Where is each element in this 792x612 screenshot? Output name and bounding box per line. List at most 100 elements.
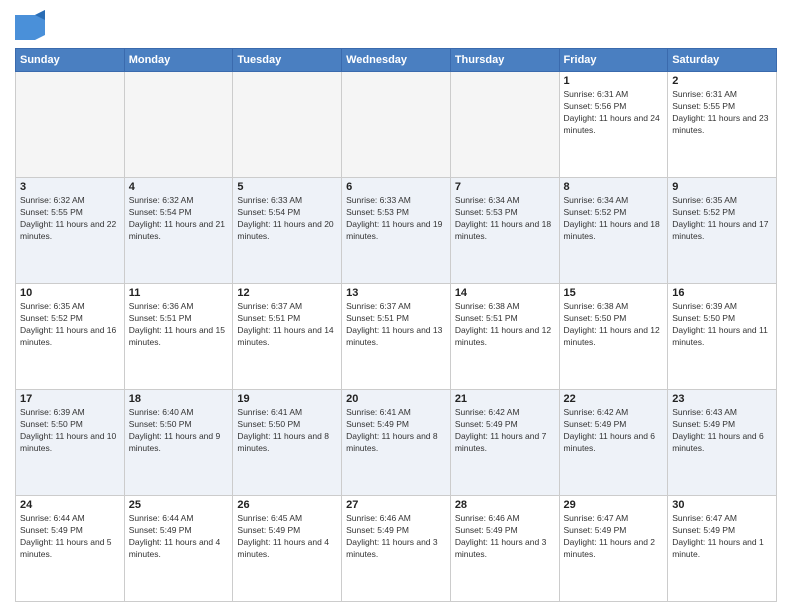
day-number: 7 xyxy=(455,181,555,193)
calendar-cell: 21 Sunrise: 6:42 AM Sunset: 5:49 PM Dayli… xyxy=(450,390,559,496)
day-number: 15 xyxy=(564,287,664,299)
calendar-weekday-friday: Friday xyxy=(559,49,668,72)
day-info: Sunrise: 6:31 AM Sunset: 5:56 PM Dayligh… xyxy=(564,89,664,137)
day-number: 6 xyxy=(346,181,446,193)
calendar-cell: 14Sunrise: 6:38 AM Sunset: 5:51 PM Dayli… xyxy=(450,284,559,390)
day-info: Sunrise: 6:32 AM Sunset: 5:55 PM Dayligh… xyxy=(20,195,120,243)
day-info: Sunrise: 6:44 AM Sunset: 5:49 PM Dayligh… xyxy=(20,513,120,561)
day-info: Sunrise: 6:33 AM Sunset: 5:53 PM Dayligh… xyxy=(346,195,446,243)
calendar-cell: 3 Sunrise: 6:32 AM Sunset: 5:55 PM Daylig… xyxy=(16,178,125,284)
day-info: Sunrise: 6:36 AM Sunset: 5:51 PM Dayligh… xyxy=(129,301,229,349)
day-info: Sunrise: 6:35 AM Sunset: 5:52 PM Dayligh… xyxy=(20,301,120,349)
day-info: Sunrise: 6:31 AM Sunset: 5:55 PM Dayligh… xyxy=(672,89,772,137)
calendar-cell xyxy=(450,72,559,178)
calendar-week-3: 10Sunrise: 6:35 AM Sunset: 5:52 PM Dayli… xyxy=(16,284,777,390)
day-number: 21 xyxy=(455,393,555,405)
calendar-week-1: 1 Sunrise: 6:31 AM Sunset: 5:56 PM Daylig… xyxy=(16,72,777,178)
calendar-cell xyxy=(16,72,125,178)
header xyxy=(15,10,777,40)
day-number: 25 xyxy=(129,499,229,511)
day-number: 18 xyxy=(129,393,229,405)
page: SundayMondayTuesdayWednesdayThursdayFrid… xyxy=(0,0,792,612)
calendar-cell: 20 Sunrise: 6:41 AM Sunset: 5:49 PM Dayli… xyxy=(342,390,451,496)
calendar-header-row: SundayMondayTuesdayWednesdayThursdayFrid… xyxy=(16,49,777,72)
calendar-cell: 2 Sunrise: 6:31 AM Sunset: 5:55 PM Daylig… xyxy=(668,72,777,178)
day-number: 2 xyxy=(672,75,772,87)
day-number: 17 xyxy=(20,393,120,405)
calendar-cell: 7 Sunrise: 6:34 AM Sunset: 5:53 PM Daylig… xyxy=(450,178,559,284)
day-info: Sunrise: 6:38 AM Sunset: 5:50 PM Dayligh… xyxy=(564,301,664,349)
day-info: Sunrise: 6:41 AM Sunset: 5:49 PM Dayligh… xyxy=(346,407,446,455)
day-info: Sunrise: 6:43 AM Sunset: 5:49 PM Dayligh… xyxy=(672,407,772,455)
calendar-week-4: 17 Sunrise: 6:39 AM Sunset: 5:50 PM Dayli… xyxy=(16,390,777,496)
day-number: 22 xyxy=(564,393,664,405)
day-number: 9 xyxy=(672,181,772,193)
calendar-cell: 17 Sunrise: 6:39 AM Sunset: 5:50 PM Dayli… xyxy=(16,390,125,496)
calendar-weekday-sunday: Sunday xyxy=(16,49,125,72)
calendar-cell xyxy=(233,72,342,178)
day-number: 12 xyxy=(237,287,337,299)
calendar-weekday-tuesday: Tuesday xyxy=(233,49,342,72)
day-info: Sunrise: 6:33 AM Sunset: 5:54 PM Dayligh… xyxy=(237,195,337,243)
calendar-weekday-thursday: Thursday xyxy=(450,49,559,72)
day-number: 3 xyxy=(20,181,120,193)
calendar-cell: 19 Sunrise: 6:41 AM Sunset: 5:50 PM Dayli… xyxy=(233,390,342,496)
calendar-cell: 11 Sunrise: 6:36 AM Sunset: 5:51 PM Dayli… xyxy=(124,284,233,390)
day-number: 28 xyxy=(455,499,555,511)
calendar-cell: 28 Sunrise: 6:46 AM Sunset: 5:49 PM Dayli… xyxy=(450,496,559,602)
calendar-cell: 18 Sunrise: 6:40 AM Sunset: 5:50 PM Dayli… xyxy=(124,390,233,496)
calendar-cell: 15 Sunrise: 6:38 AM Sunset: 5:50 PM Dayli… xyxy=(559,284,668,390)
calendar-cell xyxy=(124,72,233,178)
day-number: 1 xyxy=(564,75,664,87)
calendar-cell: 22 Sunrise: 6:42 AM Sunset: 5:49 PM Dayli… xyxy=(559,390,668,496)
day-number: 30 xyxy=(672,499,772,511)
calendar-week-5: 24 Sunrise: 6:44 AM Sunset: 5:49 PM Dayli… xyxy=(16,496,777,602)
calendar-cell: 13 Sunrise: 6:37 AM Sunset: 5:51 PM Dayli… xyxy=(342,284,451,390)
day-info: Sunrise: 6:45 AM Sunset: 5:49 PM Dayligh… xyxy=(237,513,337,561)
day-number: 24 xyxy=(20,499,120,511)
day-number: 16 xyxy=(672,287,772,299)
calendar-cell: 24 Sunrise: 6:44 AM Sunset: 5:49 PM Dayli… xyxy=(16,496,125,602)
calendar-cell: 25 Sunrise: 6:44 AM Sunset: 5:49 PM Dayli… xyxy=(124,496,233,602)
day-info: Sunrise: 6:37 AM Sunset: 5:51 PM Dayligh… xyxy=(237,301,337,349)
day-number: 23 xyxy=(672,393,772,405)
day-number: 20 xyxy=(346,393,446,405)
day-number: 19 xyxy=(237,393,337,405)
day-info: Sunrise: 6:40 AM Sunset: 5:50 PM Dayligh… xyxy=(129,407,229,455)
day-info: Sunrise: 6:46 AM Sunset: 5:49 PM Dayligh… xyxy=(455,513,555,561)
calendar-cell: 10Sunrise: 6:35 AM Sunset: 5:52 PM Dayli… xyxy=(16,284,125,390)
day-info: Sunrise: 6:39 AM Sunset: 5:50 PM Dayligh… xyxy=(672,301,772,349)
day-info: Sunrise: 6:41 AM Sunset: 5:50 PM Dayligh… xyxy=(237,407,337,455)
day-number: 11 xyxy=(129,287,229,299)
day-info: Sunrise: 6:32 AM Sunset: 5:54 PM Dayligh… xyxy=(129,195,229,243)
calendar-cell: 6 Sunrise: 6:33 AM Sunset: 5:53 PM Daylig… xyxy=(342,178,451,284)
calendar-cell: 4Sunrise: 6:32 AM Sunset: 5:54 PM Daylig… xyxy=(124,178,233,284)
day-number: 13 xyxy=(346,287,446,299)
day-info: Sunrise: 6:37 AM Sunset: 5:51 PM Dayligh… xyxy=(346,301,446,349)
calendar-cell: 12 Sunrise: 6:37 AM Sunset: 5:51 PM Dayli… xyxy=(233,284,342,390)
calendar-cell: 23 Sunrise: 6:43 AM Sunset: 5:49 PM Dayli… xyxy=(668,390,777,496)
calendar-cell: 9 Sunrise: 6:35 AM Sunset: 5:52 PM Daylig… xyxy=(668,178,777,284)
day-number: 8 xyxy=(564,181,664,193)
calendar-cell: 27Sunrise: 6:46 AM Sunset: 5:49 PM Dayli… xyxy=(342,496,451,602)
day-info: Sunrise: 6:47 AM Sunset: 5:49 PM Dayligh… xyxy=(672,513,772,561)
day-info: Sunrise: 6:35 AM Sunset: 5:52 PM Dayligh… xyxy=(672,195,772,243)
calendar-cell: 1 Sunrise: 6:31 AM Sunset: 5:56 PM Daylig… xyxy=(559,72,668,178)
day-info: Sunrise: 6:46 AM Sunset: 5:49 PM Dayligh… xyxy=(346,513,446,561)
calendar-cell: 30 Sunrise: 6:47 AM Sunset: 5:49 PM Dayli… xyxy=(668,496,777,602)
calendar-weekday-wednesday: Wednesday xyxy=(342,49,451,72)
calendar-cell: 16 Sunrise: 6:39 AM Sunset: 5:50 PM Dayli… xyxy=(668,284,777,390)
day-info: Sunrise: 6:39 AM Sunset: 5:50 PM Dayligh… xyxy=(20,407,120,455)
day-number: 26 xyxy=(237,499,337,511)
day-info: Sunrise: 6:42 AM Sunset: 5:49 PM Dayligh… xyxy=(564,407,664,455)
day-info: Sunrise: 6:42 AM Sunset: 5:49 PM Dayligh… xyxy=(455,407,555,455)
day-info: Sunrise: 6:34 AM Sunset: 5:53 PM Dayligh… xyxy=(455,195,555,243)
day-info: Sunrise: 6:34 AM Sunset: 5:52 PM Dayligh… xyxy=(564,195,664,243)
day-info: Sunrise: 6:47 AM Sunset: 5:49 PM Dayligh… xyxy=(564,513,664,561)
calendar-weekday-monday: Monday xyxy=(124,49,233,72)
calendar-cell: 26 Sunrise: 6:45 AM Sunset: 5:49 PM Dayli… xyxy=(233,496,342,602)
day-info: Sunrise: 6:44 AM Sunset: 5:49 PM Dayligh… xyxy=(129,513,229,561)
calendar-cell: 5Sunrise: 6:33 AM Sunset: 5:54 PM Daylig… xyxy=(233,178,342,284)
day-number: 29 xyxy=(564,499,664,511)
logo-icon xyxy=(15,10,45,40)
